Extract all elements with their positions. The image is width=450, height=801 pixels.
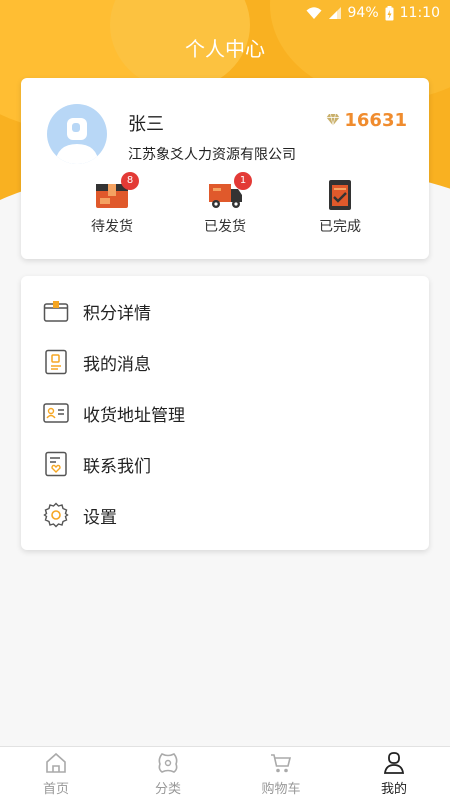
cart-icon	[269, 751, 293, 775]
diamond-icon	[326, 111, 340, 130]
gear-icon	[43, 502, 69, 528]
profile-card: 张三 江苏象爻人力资源有限公司 16631 8 待发货 1 已发货 已完成	[21, 78, 429, 259]
status-bar: 94% 11:10	[0, 0, 450, 26]
nav-mine[interactable]: 我的	[338, 751, 450, 797]
menu-item-contact-us[interactable]: 联系我们	[21, 444, 429, 484]
contact-icon	[43, 451, 69, 477]
user-avatar-icon	[55, 118, 99, 164]
menu-item-my-messages[interactable]: 我的消息	[21, 342, 429, 382]
message-icon	[43, 349, 69, 375]
user-name: 张三	[128, 114, 164, 135]
menu-item-address-management[interactable]: 收货地址管理	[21, 393, 429, 433]
nav-home[interactable]: 首页	[0, 751, 112, 797]
shipped-count-badge: 1	[234, 172, 252, 190]
order-shipped-label: 已发货	[204, 219, 246, 235]
order-shipped[interactable]: 1 已发货	[180, 172, 270, 236]
battery-percent: 94%	[347, 5, 379, 21]
company-name: 江苏象爻人力资源有限公司	[128, 147, 296, 163]
nav-cart[interactable]: 购物车	[225, 751, 337, 797]
home-icon	[44, 751, 68, 775]
avatar[interactable]	[47, 104, 107, 164]
page-title: 个人中心	[185, 37, 265, 61]
battery-icon	[385, 5, 394, 21]
points-value: 16631	[344, 110, 407, 131]
checklist-icon	[329, 180, 351, 210]
clock: 11:10	[399, 5, 440, 21]
nav-category-label: 分类	[154, 782, 181, 797]
nav-cart-label: 购物车	[261, 782, 301, 797]
menu-label-settings: 设置	[83, 507, 117, 528]
menu-label-contact-us: 联系我们	[83, 456, 151, 477]
menu-card: 积分详情 我的消息 收货地址管理 联系我们 设置	[21, 276, 429, 550]
menu-item-points-detail[interactable]: 积分详情	[21, 291, 429, 331]
nav-home-label: 首页	[42, 782, 69, 797]
nav-mine-label: 我的	[380, 782, 407, 797]
menu-label-address-management: 收货地址管理	[83, 405, 185, 426]
address-card-icon	[43, 400, 69, 426]
points-card-icon	[43, 298, 69, 324]
bottom-navigation: 首页 分类 购物车 我的	[0, 746, 450, 801]
menu-label-points-detail: 积分详情	[83, 303, 151, 324]
menu-label-my-messages: 我的消息	[83, 354, 151, 375]
order-completed-label: 已完成	[319, 219, 361, 235]
pending-count-badge: 8	[121, 172, 139, 190]
order-completed[interactable]: 已完成	[295, 178, 385, 236]
user-icon	[382, 751, 406, 775]
points-display[interactable]: 16631	[326, 110, 407, 131]
order-pending-label: 待发货	[91, 219, 133, 235]
order-pending-shipment[interactable]: 8 待发货	[67, 172, 157, 236]
signal-icon	[328, 6, 342, 20]
menu-item-settings[interactable]: 设置	[21, 495, 429, 535]
wifi-icon	[306, 6, 322, 20]
order-status-row: 8 待发货 1 已发货 已完成	[21, 172, 429, 248]
nav-category[interactable]: 分类	[112, 751, 224, 797]
category-icon	[156, 751, 180, 775]
